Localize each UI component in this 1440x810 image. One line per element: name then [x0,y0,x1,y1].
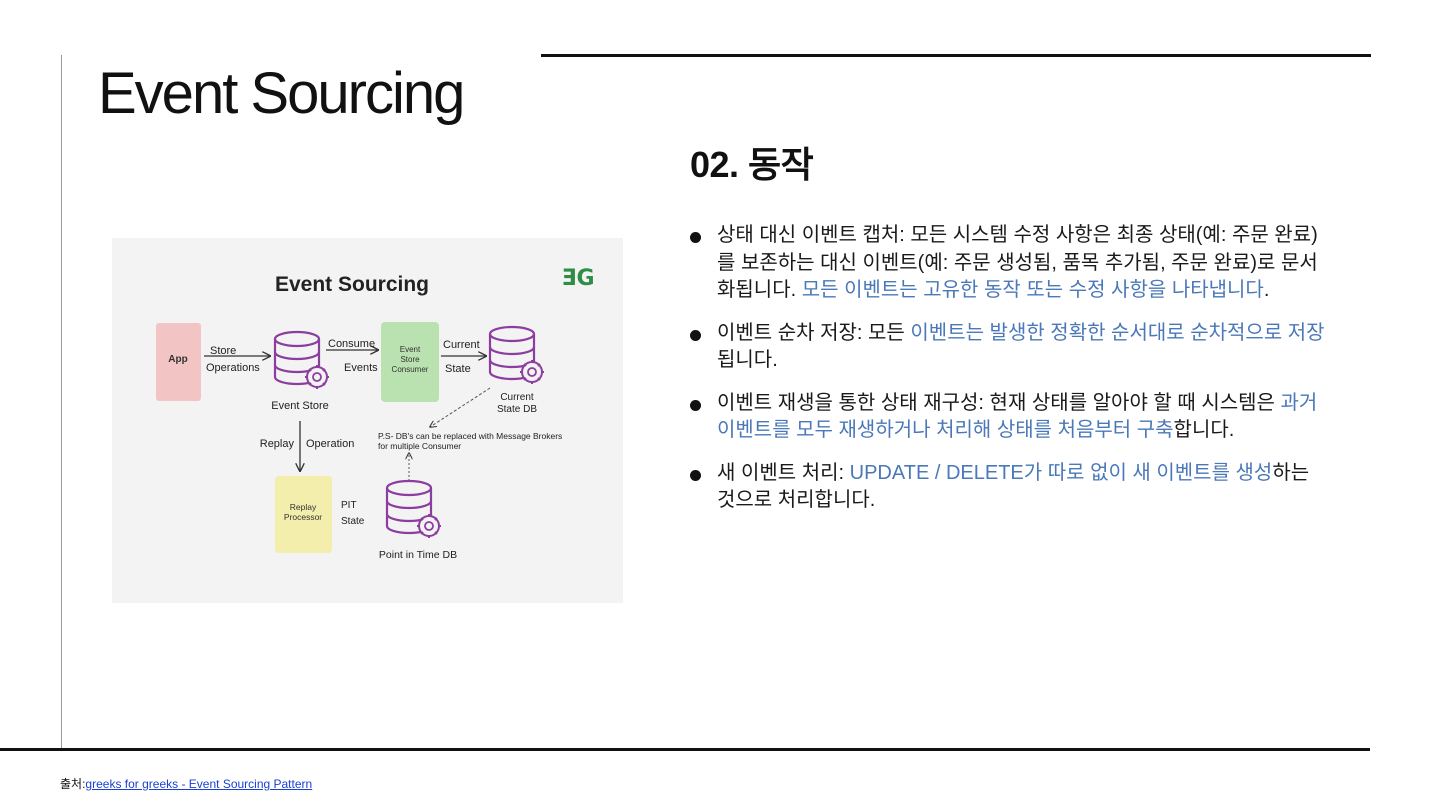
consume-label: Consume [328,338,375,350]
consumer-line-3: Consumer [392,365,429,374]
operations-label: Operations [206,362,260,374]
point-in-time-db-label: Point in Time DB [379,549,457,561]
current-state-db-line-2: State DB [497,404,537,415]
consumer-line-2: Store [400,355,420,364]
event-sourcing-diagram: Event Sourcing ƎG App Store Operations E… [112,238,623,603]
consumer-line-1: Event [400,345,421,354]
event-store-db-icon [273,330,331,391]
bullet-item: 이벤트 순차 저장: 모든 이벤트는 발생한 정확한 순서대로 순차적으로 저장… [690,320,1330,375]
slide-title: Event Sourcing [98,61,465,126]
ps-note-line-2: for multiple Consumer [378,441,461,451]
highlight-text: UPDATE / DELETE가 따로 없이 새 이벤트를 생성 [849,461,1273,484]
store-label: Store [210,345,236,357]
pit-state-label: State [341,516,365,527]
source-link[interactable]: greeks for greeks - Event Sourcing Patte… [85,777,312,791]
gfg-logo: ƎG [561,266,594,291]
bullet-dot-icon [690,232,701,243]
current-state-db-icon [488,325,546,386]
bullet-item: 상태 대신 이벤트 캡처: 모든 시스템 수정 사항은 최종 상태(예: 주문 … [690,222,1330,305]
current-label: Current [443,339,480,351]
ps-note-line-1: P.S- DB's can be replaced with Message B… [378,431,562,441]
bullet-item: 이벤트 재생을 통한 상태 재구성: 현재 상태를 알아야 할 때 시스템은 과… [690,390,1330,445]
app-label: App [168,354,187,365]
bullet-dot-icon [690,329,701,341]
highlight-text: 모든 이벤트는 고유한 동작 또는 수정 사항을 나타냅니다 [801,279,1264,301]
bullet-item: 새 이벤트 처리: UPDATE / DELETE가 따로 없이 새 이벤트를 … [690,460,1330,515]
bottom-horizontal-rule [0,748,1370,751]
point-in-time-db-icon [385,479,443,540]
replay-label: Replay [260,438,295,450]
pit-label: PIT [341,500,357,511]
top-horizontal-rule [541,54,1371,57]
diagram-title: Event Sourcing [275,273,429,296]
bullet-dot-icon [690,399,701,411]
replay-box-line-2: Processor [284,512,322,522]
replay-box-line-1: Replay [290,502,317,512]
highlight-text: 이벤트는 발생한 정확한 순서대로 순차적으로 저장 [910,321,1325,344]
left-vertical-rule [61,55,62,750]
diagram-svg: Event Sourcing ƎG App Store Operations E… [156,266,595,561]
bullet-list: 상태 대신 이벤트 캡처: 모든 시스템 수정 사항은 최종 상태(예: 주문 … [690,222,1330,530]
state-label: State [445,363,471,375]
events-label: Events [344,362,378,374]
current-state-db-line-1: Current [500,392,534,403]
bullet-dot-icon [690,469,701,481]
operation-label: Operation [306,438,354,450]
source-prefix: 출처: [60,777,86,791]
section-subtitle: 02. 동작 [690,144,814,185]
event-store-label: Event Store [271,400,328,412]
source-footer: 출처:greeks for greeks - Event Sourcing Pa… [60,775,312,792]
